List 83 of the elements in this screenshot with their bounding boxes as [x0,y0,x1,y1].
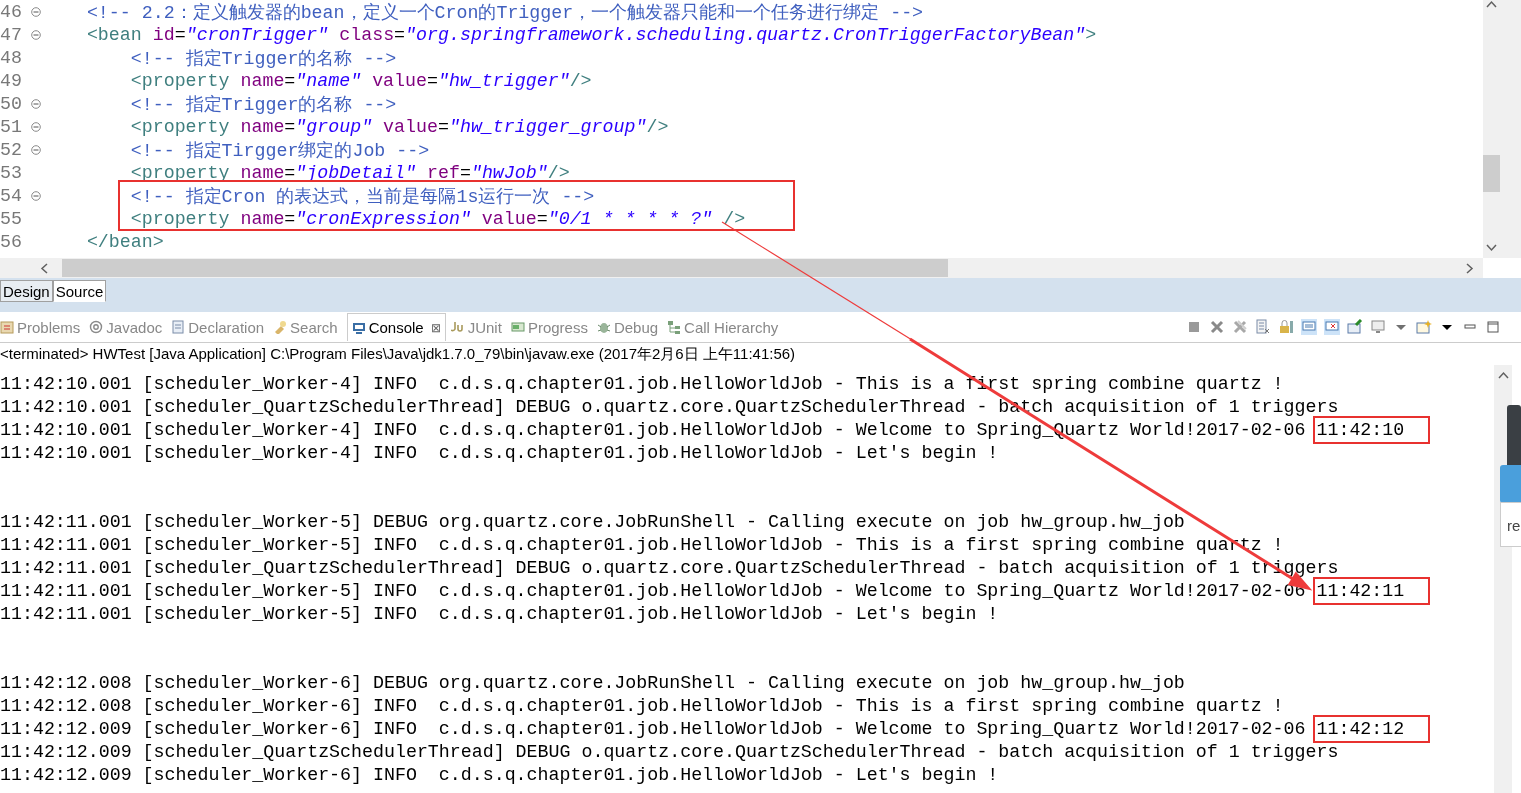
scrollbar-thumb[interactable] [62,259,948,277]
view-tab[interactable]: Console ⊠ [346,313,446,341]
view-tab[interactable]: Debug [596,313,663,341]
fold-icon[interactable] [31,6,41,17]
bug-icon [596,320,611,334]
log-line: 11:42:11.001 [scheduler_Worker-5] DEBUG org.quartz.core.JobRunShell - Calling execute on job hw_group.hw_job [0,511,1185,532]
console-error-icon[interactable] [1324,319,1340,335]
warning-icon [0,320,14,334]
line-number: 48 [0,47,23,68]
flashlight-icon [273,320,288,334]
code-line: <property name="cronExpression" value="0/1 * * * * ?" /> [129,208,746,229]
scroll-down-icon[interactable] [1486,244,1497,252]
window-tab[interactable] [1500,465,1521,503]
log-line: 11:42:12.008 [scheduler_Worker-6] INFO c.d.s.q.chapter01.job.HelloWorldJob - This is a first spring combine quartz ! [0,695,1284,716]
log-line: 11:42:12.009 [scheduler_Worker-6] INFO c.d.s.q.chapter01.job.HelloWorldJob - Let's begin ! [0,764,999,785]
code-line: <bean id="cronTrigger" class="org.springframework.scheduling.quartz.CronTriggerFactoryBean"> [85,24,1097,45]
code-line: <!-- 指定Cron 的表达式，当前是每隔1s运行一次 --> [129,186,595,208]
progress-icon [510,320,525,334]
log-line: 11:42:11.001 [scheduler_Worker-5] INFO c.d.s.q.chapter01.job.HelloWorldJob - Let's begin ! [0,603,999,624]
new-window-icon[interactable] [1416,319,1432,335]
display-icon[interactable] [1370,319,1386,335]
close-icon[interactable]: ⊠ [430,320,441,335]
code-line: <property name="jobDetail" ref="hwJob"/> [129,162,570,183]
code-line: <property name="name" value="hw_trigger"/> [129,70,592,91]
editor-tab[interactable]: Design [0,280,53,302]
lock-icon[interactable] [1278,319,1294,335]
horizontal-scrollbar[interactable] [0,258,1483,278]
line-number: 55 [0,208,23,229]
console-output-icon[interactable] [1301,319,1317,335]
scroll-up-icon[interactable] [1497,371,1509,379]
line-number: 47 [0,24,23,45]
code-line: <!-- 指定Trigger的名称 --> [129,94,397,116]
code-line: <property name="group" value="hw_trigger_group"/> [129,116,669,137]
window-text: re [1507,517,1521,534]
process-status: <terminated> HWTest [Java Application] C:\Program Files\Java\jdk1.7.0_79\bin\javaw.exe (2017年2月6日 上午11:41:56) [0,344,797,364]
view-tab[interactable]: JUnit [450,313,506,341]
view-tab[interactable]: Search [273,313,342,341]
highlighted-time: 11:42:10 [1313,415,1431,444]
scroll-left-icon[interactable] [40,262,48,274]
log-line: 11:42:10.001 [scheduler_Worker-4] INFO c.d.s.q.chapter01.job.HelloWorldJob - Let's begin ! [0,442,999,463]
line-number: 50 [0,93,23,114]
fold-icon[interactable] [31,29,41,40]
code-line: <!-- 指定Tirgger绑定的Job --> [129,140,430,162]
scrollbar-thumb[interactable] [1483,155,1500,192]
fold-icon[interactable] [31,121,41,132]
fold-icon[interactable] [31,144,41,155]
highlighted-time: 11:42:12 [1313,714,1431,743]
line-number: 56 [0,231,23,252]
clear-icon[interactable] [1255,319,1271,335]
line-number: 49 [0,70,23,91]
vertical-scrollbar[interactable] [1483,0,1500,258]
hierarchy-icon [667,320,682,334]
editor-tab[interactable]: Source [52,280,107,302]
fold-icon[interactable] [31,98,41,109]
line-number: 52 [0,139,23,160]
log-line: 11:42:12.009 [scheduler_Worker-6] INFO c.d.s.q.chapter01.job.HelloWorldJob - Welcome to Spring_Quartz World!2017-02-06 [0,718,1307,739]
line-number: 51 [0,116,23,137]
stop-icon[interactable] [1186,319,1202,335]
code-line: <!-- 2.2：定义触发器的bean，定义一个Cron的Trigger，一个触发器只能和一个任务进行绑定 --> [85,2,924,24]
view-tab[interactable]: Declaration [171,313,269,341]
scroll-right-icon[interactable] [1466,262,1474,274]
line-number: 54 [0,185,23,206]
maximize-icon[interactable] [1485,319,1501,335]
code-line: </bean> [85,231,164,252]
highlighted-time: 11:42:11 [1313,576,1431,605]
view-tab[interactable]: Problems [0,313,85,341]
code-line: <!-- 指定Trigger的名称 --> [129,48,397,70]
fold-icon[interactable] [31,190,41,201]
scroll-up-icon[interactable] [1486,0,1497,8]
remove-icon[interactable] [1209,319,1225,335]
view-tab[interactable]: Progress [510,313,592,341]
log-line: 11:42:12.008 [scheduler_Worker-6] DEBUG org.quartz.core.JobRunShell - Calling execute on job hw_group.hw_job [0,672,1185,693]
log-line: 11:42:12.009 [scheduler_QuartzSchedulerThread] DEBUG o.quartz.core.QuartzSchedulerThread - batch acquisition of 1 triggers [0,741,1339,762]
remove-all-icon[interactable] [1232,319,1248,335]
view-tab[interactable]: Call Hierarchy [667,313,783,341]
document-icon [171,320,186,334]
ring-icon [89,320,104,334]
line-number: 46 [0,1,23,22]
line-number: 53 [0,162,23,183]
view-tab[interactable]: Javadoc [89,313,167,341]
log-line: 11:42:11.001 [scheduler_Worker-5] INFO c.d.s.q.chapter01.job.HelloWorldJob - Welcome to Spring_Quartz World!2017-02-06 [0,580,1307,601]
pin-icon[interactable] [1347,319,1363,335]
monitor-icon [351,320,366,335]
